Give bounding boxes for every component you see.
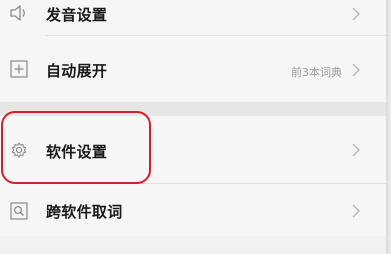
scrollbar-edge: [386, 0, 391, 254]
settings-item-auto-expand[interactable]: 自动展开 前3本词典: [0, 36, 386, 102]
speaker-icon: [9, 3, 29, 23]
chevron-right-icon: [352, 204, 360, 218]
settings-panel: 发音设置 自动展开 前3本词典 软件设置 跨软件取词: [0, 0, 386, 254]
settings-item-software-settings[interactable]: 软件设置: [0, 116, 386, 184]
gear-icon: [9, 140, 29, 160]
search-square-icon: [9, 201, 29, 221]
settings-item-label: 软件设置: [46, 143, 108, 161]
settings-item-label: 发音设置: [46, 6, 108, 24]
section-gap: [0, 102, 386, 116]
chevron-right-icon: [352, 143, 360, 157]
section-gap: [0, 236, 386, 254]
plus-square-icon: [9, 59, 29, 79]
settings-item-label: 跨软件取词: [46, 203, 123, 221]
settings-item-value: 前3本词典: [291, 66, 342, 79]
chevron-right-icon: [352, 7, 360, 21]
settings-item-label: 自动展开: [46, 62, 108, 80]
settings-item-cross-app-lookup[interactable]: 跨软件取词: [0, 184, 386, 236]
settings-item-pronunciation[interactable]: 发音设置: [0, 0, 386, 36]
chevron-right-icon: [352, 63, 360, 77]
